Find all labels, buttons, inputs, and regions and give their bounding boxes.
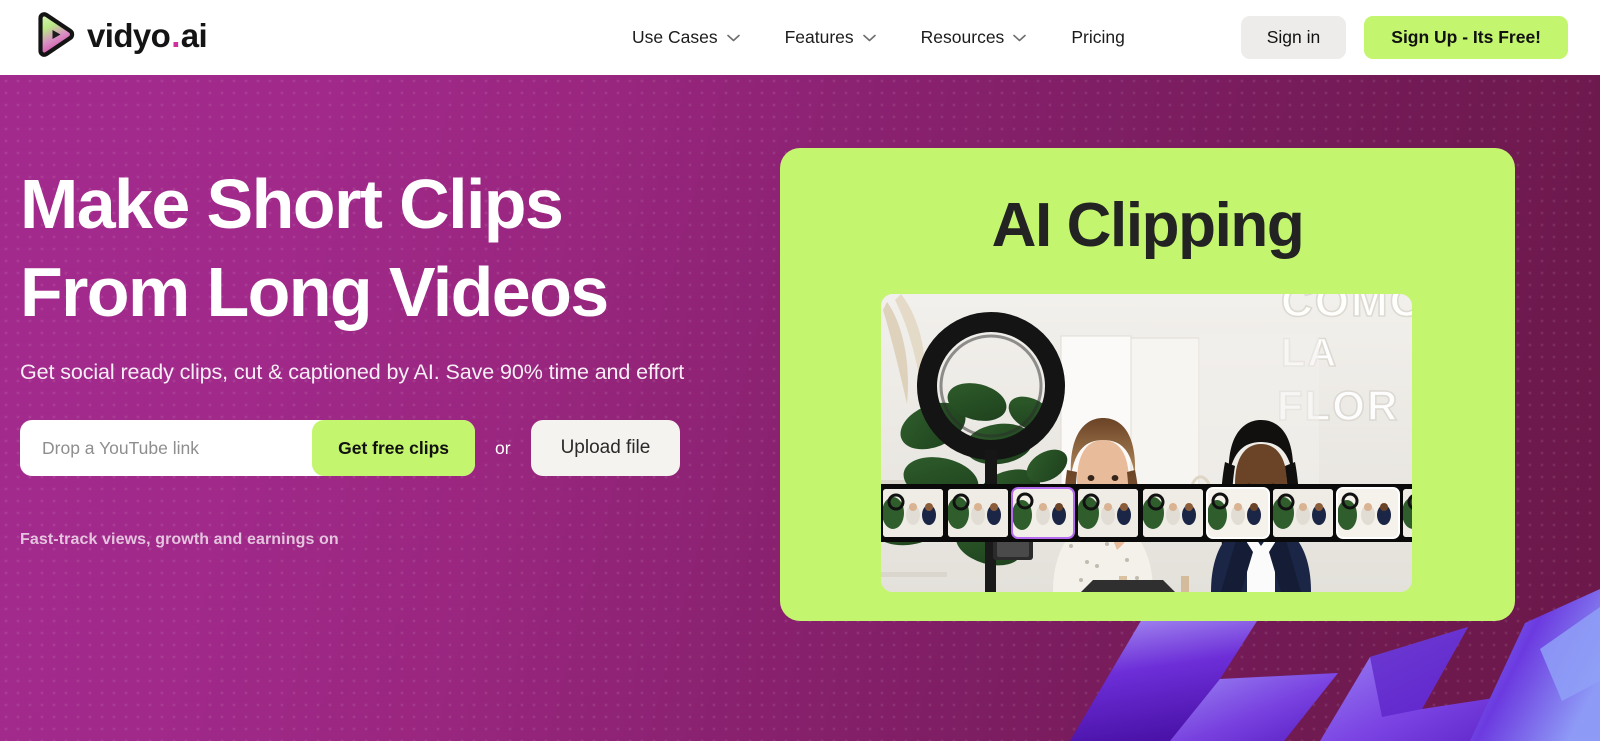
main-navigation: Use Cases Features Resources Pricing (632, 0, 1125, 75)
video-preview[interactable]: COMO LA FLOR (881, 294, 1412, 592)
hero-content: Make Short Clips From Long Videos Get so… (20, 160, 720, 549)
filmstrip-frame-selected[interactable] (1011, 487, 1075, 539)
hero-subtitle: Get social ready clips, cut & captioned … (20, 360, 685, 385)
video-scene-image: COMO LA FLOR (881, 294, 1412, 592)
site-header: vidyo. ai Use Cases Features Resources P… (0, 0, 1600, 75)
hero-title-line-1: Make Short Clips (20, 165, 564, 243)
upload-file-button[interactable]: Upload file (530, 420, 681, 477)
logo-wordmark: vidyo. ai (87, 16, 208, 54)
chevron-down-icon (1013, 34, 1027, 41)
page-title: Make Short Clips From Long Videos (20, 160, 720, 336)
youtube-link-input[interactable] (42, 437, 327, 459)
filmstrip-thumb-icon (1338, 489, 1398, 537)
filmstrip-frame[interactable] (1078, 489, 1138, 537)
filmstrip-timeline[interactable] (881, 484, 1412, 542)
filmstrip-thumb-icon (948, 489, 1008, 537)
filmstrip-frame[interactable] (1143, 489, 1203, 537)
filmstrip-thumb-icon (1078, 489, 1138, 537)
promo-card-title: AI Clipping (991, 191, 1305, 260)
fast-track-label: Fast-track views, growth and earnings on (20, 531, 339, 549)
logo-link[interactable]: vidyo. ai (30, 11, 208, 59)
logo-play-triangle-icon (38, 12, 75, 57)
nav-item-use-cases[interactable]: Use Cases (632, 27, 764, 48)
svg-text:COMO: COMO (1281, 294, 1412, 326)
or-separator-label: or (495, 437, 511, 458)
nav-label-resources: Resources (920, 27, 1005, 47)
filmstrip-frame[interactable] (883, 489, 943, 537)
sign-in-button[interactable]: Sign in (1240, 16, 1347, 59)
filmstrip-frame[interactable] (1403, 489, 1412, 537)
get-free-clips-button[interactable]: Get free clips (312, 420, 475, 477)
chevron-down-icon (862, 34, 876, 41)
filmstrip-thumb-icon (883, 489, 943, 537)
nav-label-pricing: Pricing (1071, 27, 1125, 47)
chevron-down-icon (726, 34, 740, 41)
filmstrip-thumb-icon (1273, 489, 1333, 537)
hero-title-line-2: From Long Videos (20, 253, 609, 332)
sign-up-button[interactable]: Sign Up - Its Free! (1364, 16, 1568, 59)
youtube-link-field-wrapper: Get free clips (20, 420, 475, 477)
filmstrip-thumb-icon (1208, 489, 1268, 537)
filmstrip-frame-selected[interactable] (1336, 487, 1400, 539)
logo-name-main: vidyo (87, 16, 171, 54)
filmstrip-frame[interactable] (948, 489, 1008, 537)
hero-section: Make Short Clips From Long Videos Get so… (0, 75, 1600, 741)
filmstrip-thumb-icon (1403, 489, 1412, 537)
nav-item-resources[interactable]: Resources (921, 27, 1051, 48)
logo-name-dot: . (171, 16, 180, 54)
nav-item-features[interactable]: Features (785, 27, 900, 48)
hero-cta-form: Get free clips or Upload file (20, 420, 720, 477)
logo-name-suffix: ai (180, 16, 208, 54)
filmstrip-frame[interactable] (1273, 489, 1333, 537)
nav-label-features: Features (784, 27, 854, 47)
filmstrip-thumb-icon (1143, 489, 1203, 537)
filmstrip-frame-selected[interactable] (1206, 487, 1270, 539)
header-actions: Sign in Sign Up - Its Free! (1240, 16, 1568, 59)
filmstrip-thumb-icon (1013, 489, 1073, 537)
landing-page: vidyo. ai Use Cases Features Resources P… (0, 0, 1600, 741)
nav-item-pricing[interactable]: Pricing (1071, 27, 1125, 48)
promo-card: AI Clipping COMO FLOR (780, 148, 1515, 621)
nav-label-use-cases: Use Cases (632, 27, 718, 47)
